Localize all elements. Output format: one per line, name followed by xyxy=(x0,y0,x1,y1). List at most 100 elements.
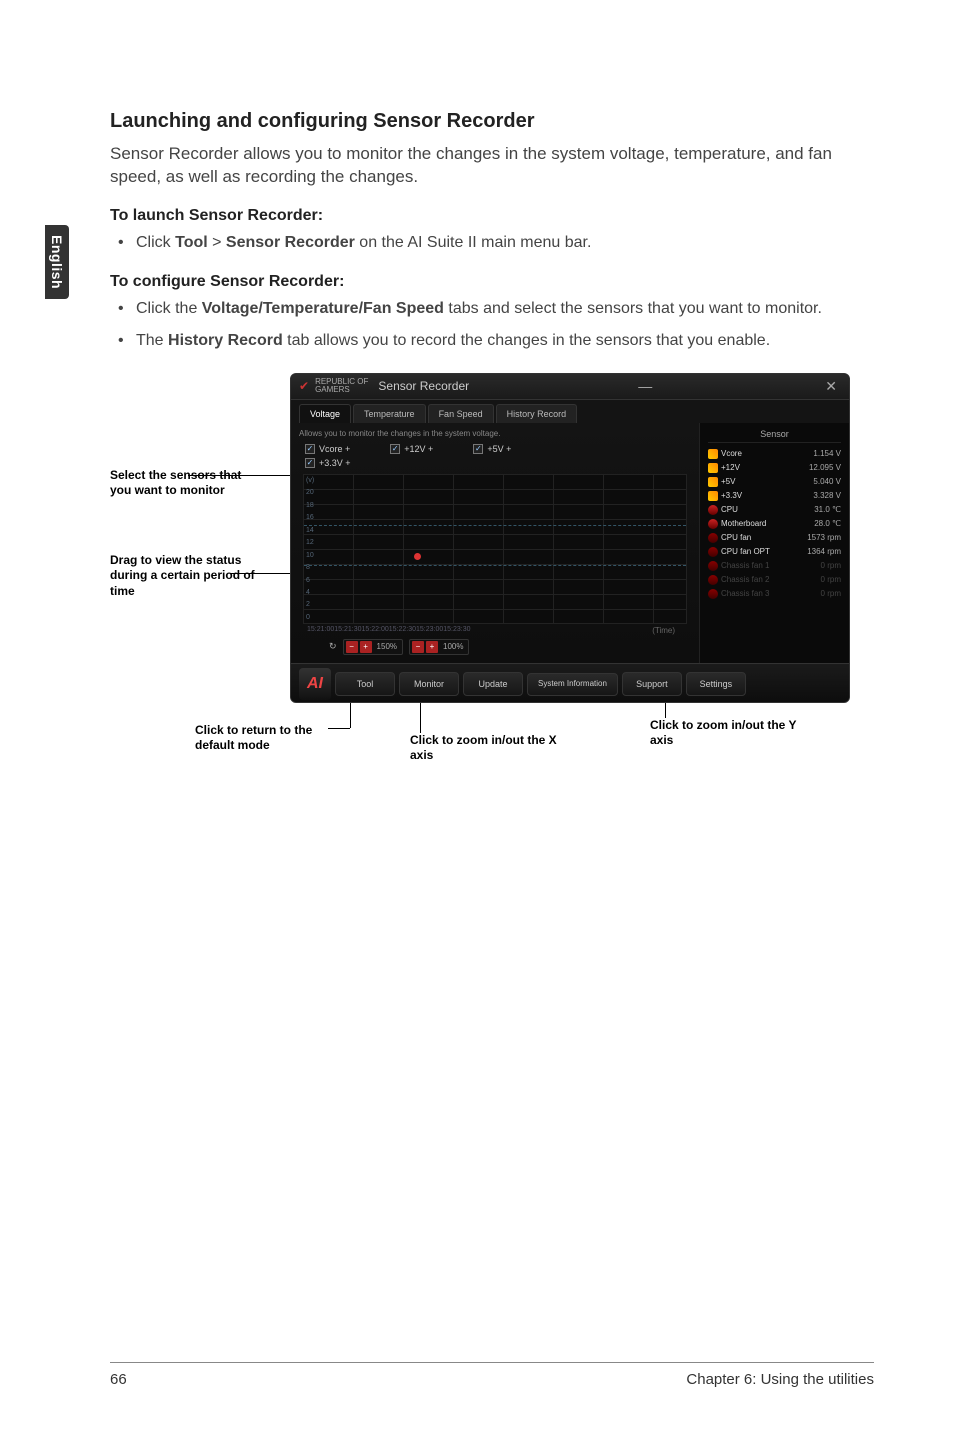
sensor-label: CPU fan OPT xyxy=(721,547,807,556)
sensor-label: +5V xyxy=(721,477,813,486)
titlebar[interactable]: ✔ REPUBLIC OFGAMERS Sensor Recorder — ✕ xyxy=(291,374,849,400)
sensor-panel-header: Sensor xyxy=(708,429,841,443)
bottom-nav: AI Tool Monitor Update System Informatio… xyxy=(291,663,849,703)
sensor-row: Chassis fan 10 rpm xyxy=(708,559,841,573)
sensor-label: Vcore xyxy=(721,449,813,458)
zoom-y-group: − + 100% xyxy=(409,639,469,655)
sensor-icon xyxy=(708,463,718,473)
sensor-label: +3.3V xyxy=(721,491,813,500)
sensor-row: Vcore1.154 V xyxy=(708,447,841,461)
graph-area: Allows you to monitor the changes in the… xyxy=(291,423,699,663)
zoom-x-value: 150% xyxy=(374,642,400,651)
check-12v[interactable]: ✓+12V + xyxy=(390,444,433,454)
sensor-row: +5V5.040 V xyxy=(708,475,841,489)
ai-logo-icon[interactable]: AI xyxy=(299,668,331,700)
sensor-value: 5.040 V xyxy=(813,477,841,486)
sensor-value: 0 rpm xyxy=(821,561,841,570)
check-3v[interactable]: ✓+3.3V + xyxy=(305,458,351,468)
sensor-row: CPU fan1573 rpm xyxy=(708,531,841,545)
callout-zoomx: Click to zoom in/out the X axis xyxy=(410,733,570,764)
nav-sysinfo-button[interactable]: System Information xyxy=(527,673,618,696)
reset-icon[interactable]: ↻ xyxy=(329,641,337,652)
zoom-x-group: − + 150% xyxy=(343,639,403,655)
nav-monitor-button[interactable]: Monitor xyxy=(399,672,459,696)
bold-text: Sensor Recorder xyxy=(226,234,355,251)
configure-bullet-1: Click the Voltage/Temperature/Fan Speed … xyxy=(136,297,874,321)
sensor-row: Motherboard28.0 ℃ xyxy=(708,517,841,531)
window-check-icon: ✔ xyxy=(299,379,309,393)
sensor-icon xyxy=(708,449,718,459)
callout-select: Select the sensors that you want to moni… xyxy=(110,468,260,499)
plot-line xyxy=(304,525,686,526)
nav-settings-button[interactable]: Settings xyxy=(686,672,746,696)
sensor-icon xyxy=(708,561,718,571)
zoom-x-in[interactable]: + xyxy=(360,641,372,653)
nav-update-button[interactable]: Update xyxy=(463,672,523,696)
sensor-value: 1.154 V xyxy=(813,449,841,458)
launch-heading: To launch Sensor Recorder: xyxy=(110,207,874,225)
sensor-label: Chassis fan 1 xyxy=(721,561,821,570)
sensor-value: 1573 rpm xyxy=(807,533,841,542)
minimize-icon[interactable]: — xyxy=(634,378,656,394)
check-5v[interactable]: ✓+5V + xyxy=(473,444,511,454)
sensor-icon xyxy=(708,477,718,487)
checkbox-icon: ✓ xyxy=(390,444,400,454)
x-axis: 15:21:00 15:21:30 15:22:00 15:22:30 15:2… xyxy=(299,624,691,637)
zoom-y-out[interactable]: − xyxy=(412,641,424,653)
sensor-label: CPU xyxy=(721,505,814,514)
launch-bullet: Click Tool > Sensor Recorder on the AI S… xyxy=(136,231,874,255)
zoom-bar: ↻ − + 150% − + 100% xyxy=(299,637,691,659)
sensor-label: Motherboard xyxy=(721,519,814,528)
sensor-label: CPU fan xyxy=(721,533,807,542)
close-icon[interactable]: ✕ xyxy=(821,378,841,395)
sensor-label: Chassis fan 3 xyxy=(721,589,821,598)
sensor-icon xyxy=(708,505,718,515)
sensor-icon xyxy=(708,533,718,543)
plot-line xyxy=(304,565,686,566)
tab-history-record[interactable]: History Record xyxy=(496,404,578,423)
callout-return: Click to return to the default mode xyxy=(195,723,335,754)
sensor-value: 0 rpm xyxy=(821,575,841,584)
text: Click the xyxy=(136,300,202,317)
callout-zoomy: Click to zoom in/out the Y axis xyxy=(650,718,820,749)
zoom-y-in[interactable]: + xyxy=(426,641,438,653)
drag-handle[interactable] xyxy=(414,553,421,560)
text: > xyxy=(208,234,226,251)
tab-temperature[interactable]: Temperature xyxy=(353,404,426,423)
zoom-y-value: 100% xyxy=(440,642,466,651)
nav-tool-button[interactable]: Tool xyxy=(335,672,395,696)
check-vcore[interactable]: ✓Vcore + xyxy=(305,444,350,454)
bold-text: Voltage/Temperature/Fan Speed xyxy=(202,300,444,317)
zoom-x-out[interactable]: − xyxy=(346,641,358,653)
sensor-row: CPU fan OPT1364 rpm xyxy=(708,545,841,559)
text: The xyxy=(136,332,168,349)
sensor-row: +12V12.095 V xyxy=(708,461,841,475)
sensor-panel: Sensor Vcore1.154 V+12V12.095 V+5V5.040 … xyxy=(699,423,849,663)
text: tab allows you to record the changes in … xyxy=(283,332,770,349)
checkbox-icon: ✓ xyxy=(305,444,315,454)
sensor-label: Chassis fan 2 xyxy=(721,575,821,584)
tab-fan-speed[interactable]: Fan Speed xyxy=(428,404,494,423)
page-number: 66 xyxy=(110,1371,127,1388)
sensor-icon xyxy=(708,547,718,557)
callout-drag: Drag to view the status during a certain… xyxy=(110,553,260,600)
sensor-icon xyxy=(708,589,718,599)
sensor-value: 3.328 V xyxy=(813,491,841,500)
sensor-row: Chassis fan 30 rpm xyxy=(708,587,841,601)
sensor-row: Chassis fan 20 rpm xyxy=(708,573,841,587)
sensor-icon xyxy=(708,575,718,585)
configure-bullet-2: The History Record tab allows you to rec… xyxy=(136,329,874,353)
intro-paragraph: Sensor Recorder allows you to monitor th… xyxy=(110,143,874,189)
sensor-value: 1364 rpm xyxy=(807,547,841,556)
graph[interactable]: (v) 20 18 16 14 12 10 8 6 4 2 0 xyxy=(303,474,687,624)
figure: Select the sensors that you want to moni… xyxy=(110,373,870,833)
chapter-label: Chapter 6: Using the utilities xyxy=(686,1371,874,1388)
tab-bar: Voltage Temperature Fan Speed History Re… xyxy=(291,400,849,423)
page-footer: 66 Chapter 6: Using the utilities xyxy=(110,1362,874,1388)
configure-heading: To configure Sensor Recorder: xyxy=(110,273,874,291)
nav-support-button[interactable]: Support xyxy=(622,672,682,696)
sensor-value: 28.0 ℃ xyxy=(814,519,841,528)
tab-voltage[interactable]: Voltage xyxy=(299,404,351,423)
checkbox-icon: ✓ xyxy=(305,458,315,468)
help-text: Allows you to monitor the changes in the… xyxy=(299,429,691,438)
